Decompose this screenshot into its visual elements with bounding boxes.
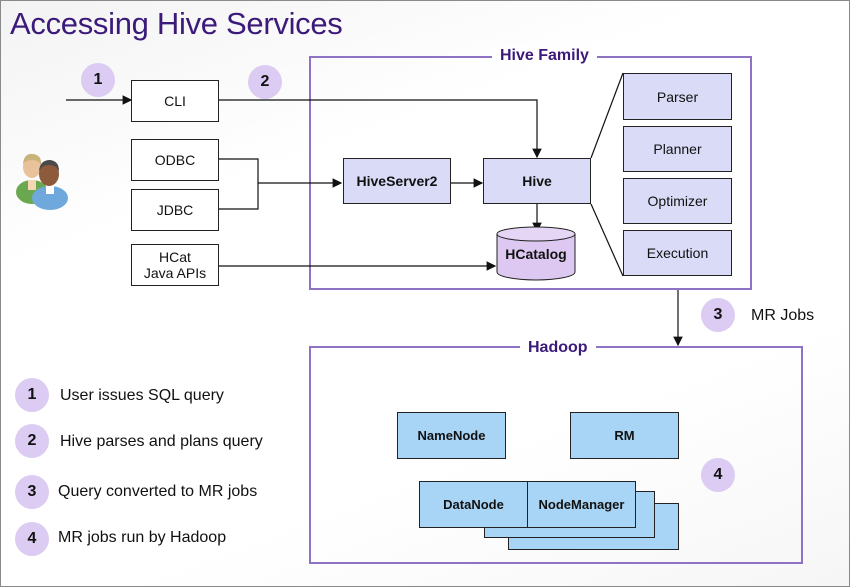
users-icon [16,153,68,210]
execution-box: Execution [623,230,732,276]
jdbc-box: JDBC [131,189,219,231]
parser-box: Parser [623,73,732,120]
rm-label: RM [614,427,635,443]
hive-label: Hive [522,173,552,189]
odbc-box: ODBC [131,139,219,181]
arrow-cli-to-hive [219,99,542,159]
parser-label: Parser [656,88,699,105]
connector-odbc [219,158,259,210]
jdbc-label: JDBC [156,202,194,218]
planner-box: Planner [623,126,732,172]
nodemanager-box: NodeManager [527,481,636,528]
legend-text-1: User issues SQL query [60,387,224,404]
execution-label: Execution [646,245,709,261]
hcat-label-line1: HCat [159,249,191,265]
hcat-label-line2: Java APIs [143,265,207,281]
nodemanager-label: NodeManager [538,496,625,512]
datanode-box: DataNode [419,481,528,528]
namenode-label: NameNode [417,427,486,443]
optimizer-box: Optimizer [623,178,732,224]
planner-label: Planner [653,141,702,157]
hcatalog-label: HCatalog [505,246,567,262]
step-badge-4: 4 [701,458,735,492]
rm-box: RM [570,412,679,459]
legend-badge-3: 3 [15,475,49,509]
expand-line-bottom [590,203,624,277]
optimizer-label: Optimizer [647,193,708,209]
legend-badge-1: 1 [15,378,49,412]
step-badge-1: 1 [81,63,115,97]
legend-text-3: Query converted to MR jobs [58,483,258,500]
legend-badge-4: 4 [15,522,49,556]
hive-box: Hive [483,158,591,204]
odbc-label: ODBC [154,152,196,168]
step-badge-2: 2 [248,65,282,99]
datanode-label: DataNode [443,496,504,512]
hcat-java-apis-box: HCat Java APIs [131,244,219,286]
legend-badge-2: 2 [15,424,49,458]
legend-text-4: MR jobs run by Hadoop [58,529,227,546]
expand-line-top [590,72,624,159]
hiveserver2-box: HiveServer2 [343,158,451,204]
namenode-box: NameNode [397,412,506,459]
mr-jobs-label: MR Jobs [751,307,815,324]
cli-label: CLI [164,93,186,109]
legend-text-2: Hive parses and plans query [60,433,263,450]
hiveserver2-label: HiveServer2 [356,173,438,189]
step-badge-3: 3 [701,298,735,332]
cli-box: CLI [131,80,219,122]
